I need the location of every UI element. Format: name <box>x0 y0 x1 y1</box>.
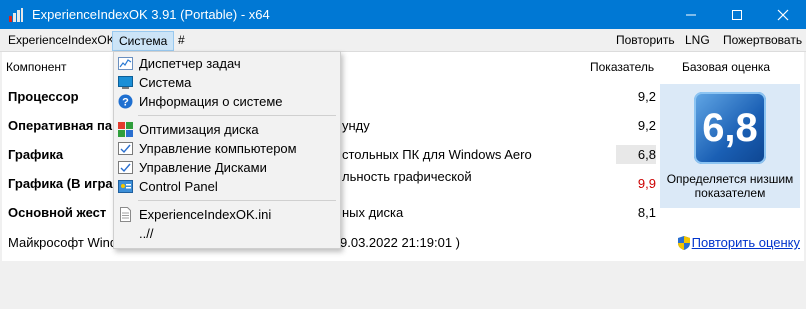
menu-separator <box>138 200 336 201</box>
column-header-score: Показатель <box>590 60 655 74</box>
menu-item-system[interactable]: Система <box>114 73 340 92</box>
repeat-assessment-link[interactable]: Повторить оценку <box>692 235 800 250</box>
row-disk-label: Основной жест <box>8 205 107 220</box>
menu-item-label: Информация о системе <box>139 94 283 109</box>
row-gaming-score: 9,9 <box>637 176 656 191</box>
menu-item-disk-management[interactable]: Управление Дисками <box>114 158 340 177</box>
ini-file-icon <box>120 207 131 222</box>
menu-item-control-panel[interactable]: Control Panel <box>114 177 340 196</box>
menu-app[interactable]: ExperienceIndexOK <box>8 33 115 47</box>
row-gaming-desc: льность графической <box>342 169 472 184</box>
task-manager-icon <box>118 57 133 70</box>
close-icon <box>777 9 789 20</box>
menu-item-disk-optimize[interactable]: Оптимизация диска <box>114 120 340 139</box>
menu-lng[interactable]: LNG <box>685 33 710 47</box>
maximize-button[interactable] <box>714 0 760 29</box>
menu-item-system-info[interactable]: ? Информация о системе <box>114 92 340 111</box>
menu-item-label: Control Panel <box>139 179 218 194</box>
info-icon: ? <box>118 94 133 109</box>
row-graphics-label: Графика <box>8 147 64 162</box>
menu-item-computer-management[interactable]: Управление компьютером <box>114 139 340 158</box>
menu-item-label: Оптимизация диска <box>139 122 259 137</box>
title-bar: ExperienceIndexOK 3.91 (Portable) - x64 <box>0 0 806 29</box>
menu-item-task-manager[interactable]: Диспетчер задач <box>114 54 340 73</box>
app-icon <box>9 8 23 22</box>
computer-management-icon <box>118 142 133 155</box>
base-score-value: 6,8 <box>702 105 758 150</box>
row-graphics-desc: стольных ПК для Windows Aero <box>342 147 532 162</box>
maximize-icon <box>732 9 742 20</box>
last-test-date: 9.03.2022 21:19:01 ) <box>340 235 460 250</box>
menu-item-label: Управление Дисками <box>139 160 267 175</box>
menu-system[interactable]: Система <box>112 31 175 51</box>
os-info-text: Майкрософт Windo <box>8 235 125 250</box>
base-score-note-line1: Определяется низшим <box>666 172 794 186</box>
menu-item-ini-file[interactable]: ExperienceIndexOK.ini <box>114 205 340 224</box>
row-ram-score: 9,2 <box>637 118 656 133</box>
menu-item-label: ..// <box>139 226 154 241</box>
row-ram-label: Оперативная па <box>8 118 113 133</box>
uac-shield-icon <box>677 235 691 254</box>
minimize-icon <box>686 14 696 15</box>
menu-repeat[interactable]: Повторить <box>616 33 675 47</box>
control-panel-icon <box>118 180 133 193</box>
row-disk-score: 8,1 <box>637 205 656 220</box>
svg-text:?: ? <box>122 97 129 109</box>
menu-separator <box>138 115 336 116</box>
window-title: ExperienceIndexOK 3.91 (Portable) - x64 <box>32 7 270 22</box>
base-score-panel: 6,8 Определяется низшим показателем <box>660 84 800 208</box>
base-score-note-line2: показателем <box>694 186 766 200</box>
menu-hash[interactable]: # <box>178 33 185 47</box>
status-area <box>0 262 806 309</box>
close-button[interactable] <box>760 0 806 29</box>
menu-item-parent-folder[interactable]: ..// <box>114 224 340 243</box>
column-header-component: Компонент <box>6 60 67 74</box>
row-gaming-label: Графика (В игра <box>8 176 113 191</box>
menu-item-label: ExperienceIndexOK.ini <box>139 207 272 222</box>
base-score-badge: 6,8 <box>694 92 766 164</box>
system-dropdown-menu: Диспетчер задач Система ? Информация о с… <box>113 51 341 249</box>
row-ram-desc: унду <box>342 118 370 133</box>
defrag-icon <box>118 122 133 137</box>
menu-item-label: Управление компьютером <box>139 141 297 156</box>
disk-management-icon <box>118 161 133 174</box>
menu-bar: ExperienceIndexOK Система # Повторить LN… <box>0 29 806 52</box>
menu-item-label: Диспетчер задач <box>139 56 241 71</box>
menu-donate[interactable]: Пожертвовать <box>723 33 802 47</box>
system-icon <box>118 76 133 89</box>
row-cpu-label: Процессор <box>8 89 79 104</box>
column-header-base: Базовая оценка <box>682 60 771 74</box>
menu-item-label: Система <box>139 75 192 90</box>
base-score-note: Определяется низшим показателем <box>660 172 800 200</box>
minimize-button[interactable] <box>668 0 714 29</box>
row-graphics-score: 6,8 <box>616 145 656 164</box>
row-cpu-score: 9,2 <box>637 89 656 104</box>
row-disk-desc: ных диска <box>342 205 404 220</box>
